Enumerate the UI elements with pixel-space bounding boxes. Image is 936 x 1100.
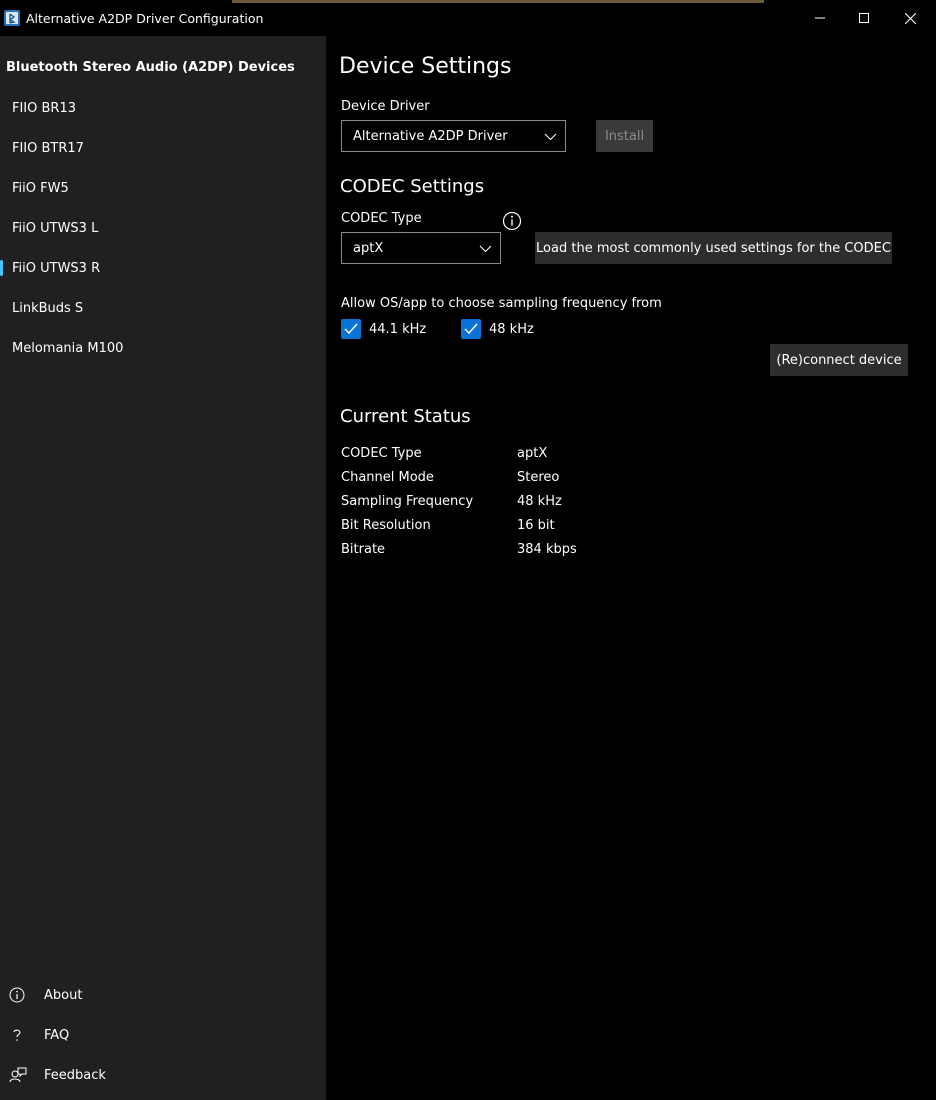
status-value: 16 bit [517,518,555,533]
main-content: Device Settings Device Driver Alternativ… [326,36,936,1100]
checkmark-icon [344,323,358,335]
sidebar-item-fiio-utws3-l[interactable]: FiiO UTWS3 L [0,208,326,248]
device-list: FIIO BR13 FIIO BTR17 FiiO FW5 FiiO UTWS3… [0,88,326,368]
sidebar-item-linkbuds-s[interactable]: LinkBuds S [0,288,326,328]
selection-indicator [0,260,3,276]
status-value: 48 kHz [517,494,562,509]
sampling-frequency-label: Allow OS/app to choose sampling frequenc… [341,296,662,311]
codec-settings-title: CODEC Settings [340,176,485,197]
feedback-icon [9,1067,27,1083]
device-driver-label: Device Driver [341,99,430,114]
device-driver-value: Alternative A2DP Driver [353,128,508,144]
checkbox-box [461,319,481,339]
current-status-title: Current Status [340,406,471,427]
status-key: Sampling Frequency [341,494,474,509]
about-nav-item[interactable]: About [0,975,326,1015]
device-driver-combobox[interactable]: Alternative A2DP Driver [341,120,566,152]
sidebar-item-label: FiiO UTWS3 R [12,260,101,276]
sidebar-item-label: LinkBuds S [12,300,84,316]
sidebar-item-label: FIIO BR13 [12,100,77,116]
sidebar-item-fiio-br13[interactable]: FIIO BR13 [0,88,326,128]
install-button[interactable]: Install [596,120,653,152]
question-icon [13,1029,21,1041]
freq-44-1-checkbox[interactable]: 44.1 kHz [341,319,426,339]
page-title: Device Settings [339,54,512,79]
status-value: 384 kbps [517,542,577,557]
freq-48-label: 48 kHz [489,321,534,337]
codec-type-label: CODEC Type [341,211,422,226]
status-value: Stereo [517,470,560,485]
status-key: Bitrate [341,542,386,557]
close-button[interactable] [887,0,933,36]
feedback-nav-item[interactable]: Feedback [0,1055,326,1095]
sidebar: Bluetooth Stereo Audio (A2DP) Devices FI… [0,36,326,1100]
background-window-strip [232,0,764,3]
sidebar-item-label: FiiO UTWS3 L [12,220,99,236]
load-common-settings-button[interactable]: Load the most commonly used settings for… [535,232,892,264]
maximize-icon [859,13,869,23]
feedback-label: Feedback [44,1067,106,1083]
about-label: About [44,987,83,1003]
status-key: Channel Mode [341,470,434,485]
sidebar-header: Bluetooth Stereo Audio (A2DP) Devices [6,60,295,75]
close-icon [904,12,916,24]
sidebar-item-label: FiiO FW5 [12,180,69,196]
status-key: CODEC Type [341,446,422,461]
window-title: Alternative A2DP Driver Configuration [26,11,264,26]
sidebar-item-label: FIIO BTR17 [12,140,84,156]
minimize-icon [815,17,825,19]
faq-label: FAQ [44,1027,70,1043]
sidebar-item-melomania-m100[interactable]: Melomania M100 [0,328,326,368]
codec-type-value: aptX [353,240,384,256]
status-value: aptX [517,446,548,461]
minimize-button[interactable] [797,0,843,36]
checkmark-icon [464,323,478,335]
status-key: Bit Resolution [341,518,431,533]
sidebar-item-fiio-btr17[interactable]: FIIO BTR17 [0,128,326,168]
freq-44-1-label: 44.1 kHz [369,321,427,337]
codec-info-icon[interactable] [502,211,522,231]
chevron-down-icon [479,245,492,253]
reconnect-device-button[interactable]: (Re)connect device [770,344,908,376]
sidebar-item-fiio-fw5[interactable]: FiiO FW5 [0,168,326,208]
app-icon [4,10,20,26]
faq-nav-item[interactable]: FAQ [0,1015,326,1055]
info-icon [9,987,25,1003]
chevron-down-icon [544,133,557,141]
maximize-button[interactable] [841,0,887,36]
sidebar-item-fiio-utws3-r[interactable]: FiiO UTWS3 R [0,248,326,288]
codec-type-combobox[interactable]: aptX [341,232,501,264]
footer-nav: About FAQ Feedback [0,975,326,1095]
freq-48-checkbox[interactable]: 48 kHz [461,319,534,339]
title-bar: Alternative A2DP Driver Configuration [0,0,936,36]
sidebar-item-label: Melomania M100 [12,340,124,356]
checkbox-box [341,319,361,339]
